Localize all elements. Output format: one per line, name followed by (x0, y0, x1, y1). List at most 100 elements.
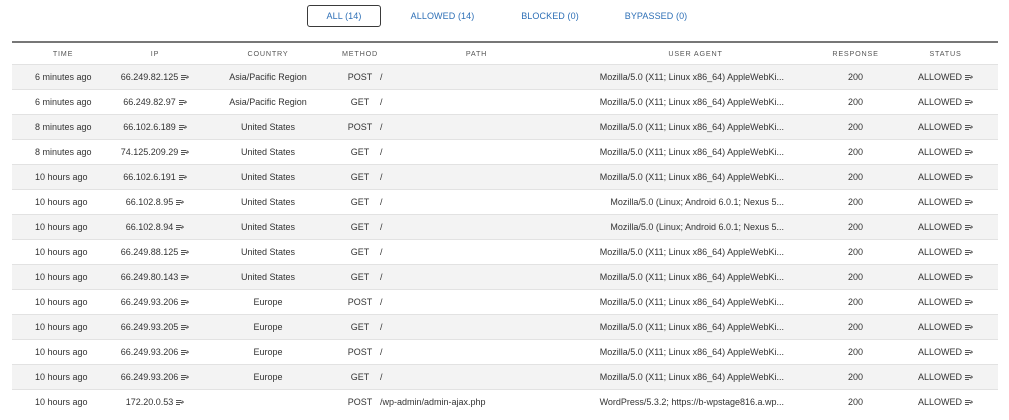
column-header-status[interactable]: STATUS (893, 41, 998, 65)
cell-response: 200 (818, 214, 893, 240)
table-row: 10 hours ago 66.249.88.125 United States GE… (12, 239, 998, 265)
cell-country: United States (196, 114, 340, 140)
column-header-ip[interactable]: IP (114, 41, 196, 65)
column-header-country[interactable]: COUNTRY (196, 41, 340, 65)
status-text: ALLOWED (917, 122, 962, 132)
cell-ip: 66.249.88.125 (114, 239, 196, 265)
cell-ip: 66.249.82.125 (114, 64, 196, 90)
status-text: ALLOWED (917, 72, 962, 82)
status-text: ALLOWED (917, 272, 962, 282)
cell-response: 200 (818, 314, 893, 340)
filter-lines-icon[interactable] (965, 274, 973, 281)
cell-ip: 66.102.6.191 (114, 164, 196, 190)
cell-country: Asia/Pacific Region (196, 64, 340, 90)
cell-method: GET (340, 164, 380, 190)
cell-time: 6 minutes ago (12, 64, 114, 90)
ip-address: 66.102.8.95 (125, 197, 174, 207)
filter-lines-icon[interactable] (178, 174, 187, 181)
cell-ip: 66.249.93.206 (114, 364, 196, 390)
ip-address: 66.249.82.97 (123, 97, 176, 107)
column-header-response[interactable]: RESPONSE (818, 41, 893, 65)
cell-status: ALLOWED (893, 289, 998, 315)
column-header-user-agent[interactable]: USER AGENT (573, 41, 818, 65)
filter-lines-icon[interactable] (965, 374, 973, 381)
cell-status: ALLOWED (893, 189, 998, 215)
table-row: 8 minutes ago 66.102.6.189 United States PO… (12, 114, 998, 140)
cell-country (196, 389, 340, 415)
cell-response: 200 (818, 389, 893, 415)
cell-path: / (380, 339, 573, 365)
cell-country: Asia/Pacific Region (196, 89, 340, 115)
cell-user-agent: Mozilla/5.0 (X11; Linux x86_64) AppleWeb… (573, 139, 818, 165)
cell-method: POST (340, 289, 380, 315)
filter-lines-icon[interactable] (965, 349, 973, 356)
cell-time: 10 hours ago (12, 289, 114, 315)
cell-ip: 172.20.0.53 (114, 389, 196, 415)
filter-lines-icon[interactable] (965, 199, 973, 206)
filter-lines-icon[interactable] (181, 274, 190, 281)
column-header-method[interactable]: METHOD (340, 41, 380, 65)
cell-status: ALLOWED (893, 239, 998, 265)
status-text: ALLOWED (917, 97, 962, 107)
cell-path: / (380, 364, 573, 390)
tab-bypassed[interactable]: BYPASSED (0) (620, 5, 692, 27)
filter-lines-icon[interactable] (965, 224, 973, 231)
filter-lines-icon[interactable] (176, 199, 185, 206)
column-header-path[interactable]: PATH (380, 41, 573, 65)
status-text: ALLOWED (917, 222, 962, 232)
cell-path: /wp-admin/admin-ajax.php (380, 389, 573, 415)
column-header-time[interactable]: TIME (12, 41, 114, 65)
filter-lines-icon[interactable] (965, 324, 973, 331)
filter-lines-icon[interactable] (181, 299, 190, 306)
filter-lines-icon[interactable] (965, 249, 973, 256)
cell-ip: 66.249.80.143 (114, 264, 196, 290)
tab-blocked[interactable]: BLOCKED (0) (515, 5, 585, 27)
cell-method: GET (340, 189, 380, 215)
cell-path: / (380, 139, 573, 165)
filter-lines-icon[interactable] (965, 74, 973, 81)
status-text: ALLOWED (917, 322, 962, 332)
status-text: ALLOWED (917, 247, 962, 257)
cell-ip: 66.249.82.97 (114, 89, 196, 115)
tab-allowed[interactable]: ALLOWED (14) (405, 5, 480, 27)
filter-lines-icon[interactable] (178, 124, 187, 131)
cell-country: United States (196, 139, 340, 165)
filter-lines-icon[interactable] (181, 74, 190, 81)
cell-ip: 66.249.93.206 (114, 339, 196, 365)
cell-time: 6 minutes ago (12, 89, 114, 115)
filter-lines-icon[interactable] (965, 99, 973, 106)
cell-response: 200 (818, 64, 893, 90)
cell-time: 10 hours ago (12, 364, 114, 390)
filter-lines-icon[interactable] (965, 299, 973, 306)
ip-address: 66.249.88.125 (120, 247, 179, 257)
filter-lines-icon[interactable] (181, 374, 190, 381)
filter-lines-icon[interactable] (176, 399, 185, 406)
cell-user-agent: Mozilla/5.0 (X11; Linux x86_64) AppleWeb… (573, 239, 818, 265)
filter-lines-icon[interactable] (176, 224, 185, 231)
cell-method: POST (340, 339, 380, 365)
table-row: 8 minutes ago 74.125.209.29 United States G… (12, 139, 998, 165)
cell-path: / (380, 64, 573, 90)
table-header-row: TIME IP COUNTRY METHOD PATH USER AGENT R… (12, 41, 998, 65)
tab-all[interactable]: ALL (14) (307, 5, 381, 27)
filter-lines-icon[interactable] (181, 249, 190, 256)
cell-ip: 74.125.209.29 (114, 139, 196, 165)
ip-address: 66.102.6.191 (123, 172, 176, 182)
filter-lines-icon[interactable] (965, 124, 973, 131)
cell-user-agent: WordPress/5.3.2; https://b-wpstage816.a.… (573, 389, 818, 415)
cell-country: Europe (196, 364, 340, 390)
filter-lines-icon[interactable] (181, 324, 190, 331)
filter-lines-icon[interactable] (181, 349, 190, 356)
cell-path: / (380, 314, 573, 340)
status-text: ALLOWED (917, 397, 962, 408)
cell-country: United States (196, 214, 340, 240)
filter-lines-icon[interactable] (965, 399, 973, 406)
cell-method: GET (340, 239, 380, 265)
filter-lines-icon[interactable] (181, 149, 190, 156)
filter-lines-icon[interactable] (965, 174, 973, 181)
cell-path: / (380, 114, 573, 140)
filter-lines-icon[interactable] (965, 149, 973, 156)
table-row: 10 hours ago 66.249.93.206 Europe POST / Mozi… (12, 339, 998, 365)
filter-lines-icon[interactable] (178, 99, 187, 106)
filter-tabs: ALL (14) ALLOWED (14) BLOCKED (0) BYPASS… (0, 5, 1009, 29)
